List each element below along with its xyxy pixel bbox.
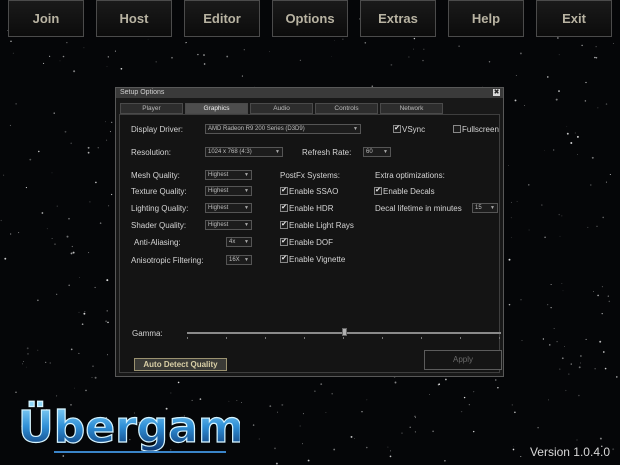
- ssao-checkbox[interactable]: ✔: [280, 187, 288, 195]
- mesh-quality-label: Mesh Quality:: [131, 171, 180, 180]
- extra-optimizations-title: Extra optimizations:: [375, 171, 445, 180]
- gamma-tick: [226, 337, 227, 339]
- texture-quality-label: Texture Quality:: [131, 187, 187, 196]
- gamma-label: Gamma:: [132, 329, 163, 338]
- anti-aliasing-label: Anti-Aliasing:: [134, 238, 181, 247]
- texture-quality-select[interactable]: Highest ▼: [205, 186, 252, 196]
- editor-button[interactable]: Editor: [184, 0, 260, 37]
- chevron-down-icon: ▼: [353, 126, 358, 132]
- shader-quality-value: Highest: [208, 222, 229, 228]
- postfx-title: PostFx Systems:: [280, 171, 341, 180]
- texture-quality-value: Highest: [208, 188, 229, 194]
- chevron-down-icon: ▼: [275, 149, 280, 155]
- mesh-quality-select[interactable]: Highest ▼: [205, 170, 252, 180]
- extras-button[interactable]: Extras: [360, 0, 436, 37]
- anisotropic-filtering-label: Anisotropic Filtering:: [131, 256, 204, 265]
- gamma-tick: [382, 337, 383, 339]
- tab-graphics[interactable]: Graphics: [185, 103, 248, 114]
- tab-network[interactable]: Network: [380, 103, 443, 114]
- hdr-checkbox[interactable]: ✔: [280, 204, 288, 212]
- decal-lifetime-value: 15: [475, 205, 482, 211]
- exit-button[interactable]: Exit: [536, 0, 612, 37]
- anti-aliasing-value: 4x: [229, 239, 236, 245]
- chevron-down-icon: ▼: [244, 188, 249, 194]
- tab-audio[interactable]: Audio: [250, 103, 313, 114]
- refresh-rate-label: Refresh Rate:: [302, 148, 352, 157]
- chevron-down-icon: ▼: [244, 222, 249, 228]
- decal-lifetime-label: Decal lifetime in minutes: [375, 204, 462, 213]
- graphics-panel: Display Driver: AMD Radeon R9 200 Series…: [119, 114, 502, 373]
- display-driver-value: AMD Radeon R9 200 Series (D3D9): [208, 126, 305, 132]
- tab-controls[interactable]: Controls: [315, 103, 378, 114]
- logo-text: Übergame: [18, 400, 240, 453]
- refresh-rate-value: 60: [366, 149, 373, 155]
- close-icon[interactable]: ✖: [493, 89, 500, 96]
- auto-detect-quality-button[interactable]: Auto Detect Quality: [134, 358, 227, 371]
- display-driver-select[interactable]: AMD Radeon R9 200 Series (D3D9) ▼: [205, 124, 361, 134]
- anisotropic-filtering-value: 16X: [229, 257, 240, 263]
- join-button[interactable]: Join: [8, 0, 84, 37]
- dof-label: Enable DOF: [289, 238, 334, 247]
- gamma-tick: [265, 337, 266, 339]
- hdr-label: Enable HDR: [289, 204, 334, 213]
- resolution-value: 1024 x 768 (4:3): [208, 149, 252, 155]
- refresh-rate-select[interactable]: 60 ▼: [363, 147, 391, 157]
- help-button[interactable]: Help: [448, 0, 524, 37]
- resolution-select[interactable]: 1024 x 768 (4:3) ▼: [205, 147, 283, 157]
- ssao-label: Enable SSAO: [289, 187, 339, 196]
- mesh-quality-value: Highest: [208, 172, 229, 178]
- resolution-label: Resolution:: [131, 148, 172, 157]
- fullscreen-label: Fullscreen: [462, 125, 499, 134]
- vignette-checkbox[interactable]: ✔: [280, 255, 288, 263]
- anisotropic-filtering-select[interactable]: 16X ▼: [226, 255, 252, 265]
- chevron-down-icon: ▼: [490, 205, 495, 211]
- setup-options-dialog: Setup Options ✖ Player Graphics Audio Co…: [115, 87, 504, 377]
- chevron-down-icon: ▼: [244, 239, 249, 245]
- options-button[interactable]: Options: [272, 0, 348, 37]
- vignette-label: Enable Vignette: [289, 255, 346, 264]
- version-label: Version 1.0.4.0: [529, 445, 610, 459]
- anti-aliasing-select[interactable]: 4x ▼: [226, 237, 252, 247]
- dof-checkbox[interactable]: ✔: [280, 238, 288, 246]
- light-rays-label: Enable Light Rays: [289, 221, 354, 230]
- decals-checkbox[interactable]: ✔: [374, 187, 382, 195]
- gamma-slider-thumb[interactable]: [342, 328, 347, 336]
- gamma-tick: [421, 337, 422, 339]
- fullscreen-checkbox[interactable]: [453, 125, 461, 133]
- display-driver-label: Display Driver:: [131, 125, 184, 134]
- gamma-tick: [187, 337, 188, 339]
- host-button[interactable]: Host: [96, 0, 172, 37]
- ubergame-logo: Übergame: [17, 399, 240, 453]
- chevron-down-icon: ▼: [383, 149, 388, 155]
- lighting-quality-value: Highest: [208, 205, 229, 211]
- gamma-tick: [343, 337, 344, 339]
- tab-player[interactable]: Player: [120, 103, 183, 114]
- lighting-quality-label: Lighting Quality:: [131, 204, 189, 213]
- decal-lifetime-select[interactable]: 15 ▼: [472, 203, 498, 213]
- chevron-down-icon: ▼: [244, 205, 249, 211]
- vsync-checkbox[interactable]: ✔: [393, 125, 401, 133]
- dialog-title: Setup Options: [116, 88, 503, 98]
- decals-label: Enable Decals: [383, 187, 435, 196]
- vsync-label: VSync: [402, 125, 426, 134]
- lighting-quality-select[interactable]: Highest ▼: [205, 203, 252, 213]
- gamma-tick: [460, 337, 461, 339]
- apply-button[interactable]: Apply: [424, 350, 502, 370]
- shader-quality-select[interactable]: Highest ▼: [205, 220, 252, 230]
- light-rays-checkbox[interactable]: ✔: [280, 221, 288, 229]
- chevron-down-icon: ▼: [244, 172, 249, 178]
- chevron-down-icon: ▼: [244, 257, 249, 263]
- gamma-tick: [499, 337, 500, 339]
- gamma-tick: [304, 337, 305, 339]
- shader-quality-label: Shader Quality:: [131, 221, 187, 230]
